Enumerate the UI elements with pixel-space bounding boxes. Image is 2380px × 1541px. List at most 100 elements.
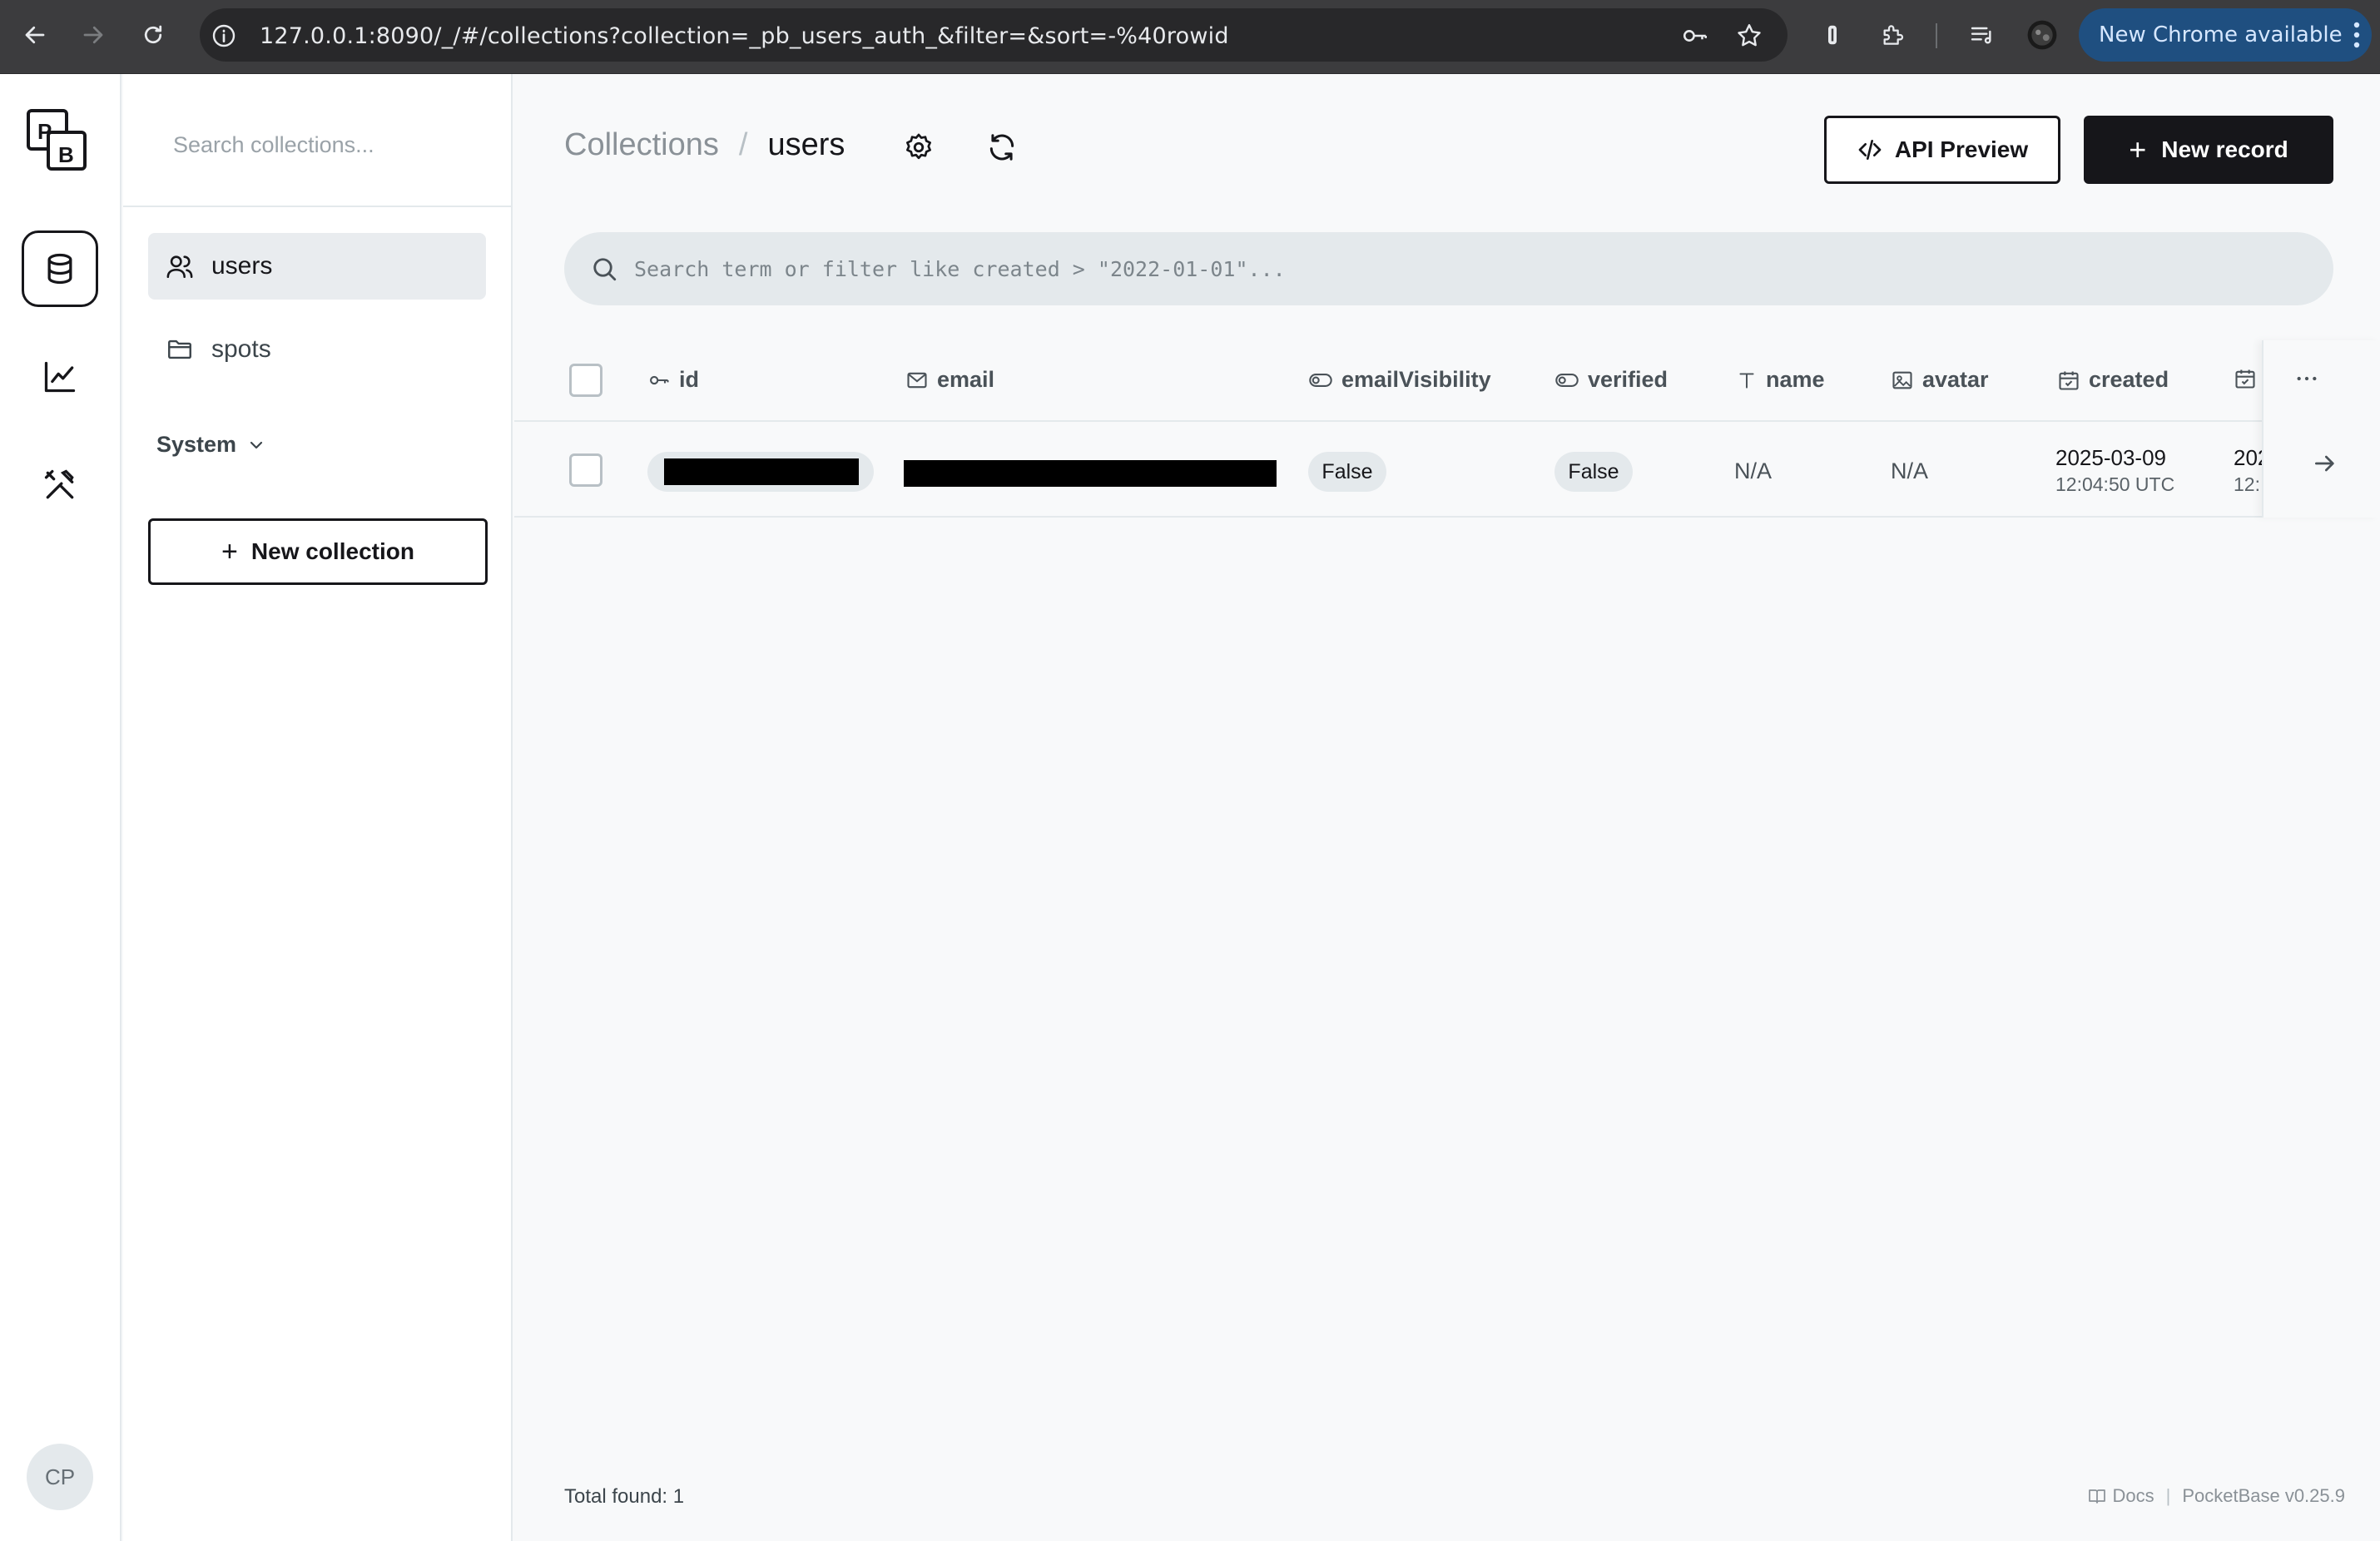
back-button[interactable] xyxy=(18,18,52,52)
updated-time: 12: xyxy=(2234,473,2260,495)
avatar-cell: N/A xyxy=(1891,458,1929,483)
main-content: Collections / users API Preview + New re… xyxy=(514,74,2380,1541)
svg-text:P: P xyxy=(37,119,52,144)
column-header-email[interactable]: email xyxy=(905,367,994,393)
collections-search[interactable]: Search collections... xyxy=(123,74,511,207)
refresh-icon xyxy=(989,134,1014,161)
row-checkbox[interactable] xyxy=(569,453,602,487)
system-collections-toggle[interactable]: System xyxy=(156,432,266,458)
select-all-checkbox[interactable] xyxy=(569,364,602,397)
sidebar-item-users[interactable]: users xyxy=(148,233,486,300)
plus-icon: + xyxy=(2129,132,2147,166)
gear-icon xyxy=(906,133,931,160)
extension-icon[interactable] xyxy=(1816,18,1849,52)
column-header-label: id xyxy=(679,367,699,392)
sidebar-item-label: users xyxy=(211,252,273,280)
column-header-id[interactable]: id xyxy=(647,367,699,393)
mail-icon xyxy=(905,369,929,392)
pocketbase-logo[interactable]: P B xyxy=(23,107,97,181)
column-header-name[interactable]: name xyxy=(1736,367,1825,393)
sidebar-item-spots[interactable]: spots xyxy=(148,316,486,383)
records-search-placeholder[interactable]: Search term or filter like created > "20… xyxy=(634,257,1286,281)
breadcrumb: Collections / users xyxy=(564,127,845,163)
collections-search-placeholder[interactable]: Search collections... xyxy=(173,132,374,158)
forward-button[interactable] xyxy=(77,18,110,52)
code-icon xyxy=(1858,140,1882,160)
database-icon xyxy=(47,253,72,285)
footer-separator: | xyxy=(2165,1485,2171,1506)
url-text[interactable]: 127.0.0.1:8090/_/#/collections?collectio… xyxy=(260,23,1229,49)
extensions-puzzle-icon[interactable] xyxy=(1876,18,1909,52)
chevron-down-icon xyxy=(250,441,263,448)
table-header: id email emailVisibility verified name a… xyxy=(514,339,2380,422)
docs-link[interactable]: Docs xyxy=(2112,1485,2154,1507)
svg-text:B: B xyxy=(58,142,74,167)
total-found: Total found: 1 xyxy=(564,1485,684,1509)
column-header-verified[interactable]: verified xyxy=(1554,367,1668,393)
password-key-icon[interactable] xyxy=(1681,22,1709,50)
column-header-label: avatar xyxy=(1922,367,1989,392)
table-row[interactable]: False False N/A N/A 2025-03-09 12:04:50 … xyxy=(514,424,2380,518)
redacted-email xyxy=(904,460,1277,487)
email-visibility-badge: False xyxy=(1308,452,1386,492)
records-search-input[interactable]: Search term or filter like created > "20… xyxy=(564,232,2333,305)
column-header-label: created xyxy=(2089,367,2169,392)
site-info-icon[interactable] xyxy=(210,22,238,50)
footer-links: Docs | PocketBase v0.25.9 xyxy=(2087,1485,2345,1507)
column-header-emailvisibility[interactable]: emailVisibility xyxy=(1308,367,1491,393)
column-header-avatar[interactable]: avatar xyxy=(1891,367,1989,393)
text-icon xyxy=(1736,369,1758,392)
created-date: 2025-03-09 xyxy=(2055,445,2166,470)
key-icon xyxy=(647,369,671,392)
collections-nav-button[interactable] xyxy=(22,230,98,307)
app-rail: P B CP xyxy=(0,74,121,1541)
calendar-icon xyxy=(2057,369,2080,392)
chrome-update-label: New Chrome available xyxy=(2099,22,2343,47)
redacted-id xyxy=(664,458,859,485)
version-label[interactable]: PocketBase v0.25.9 xyxy=(2182,1485,2345,1507)
chrome-update-button[interactable]: New Chrome available xyxy=(2079,8,2372,62)
new-collection-button[interactable]: + New collection xyxy=(148,518,488,585)
column-header-updated[interactable] xyxy=(2234,367,2265,390)
back-arrow-icon xyxy=(25,26,45,44)
breadcrumb-current: users xyxy=(767,127,845,162)
actions-column xyxy=(2262,340,2380,518)
new-collection-label: New collection xyxy=(250,538,414,564)
new-record-button[interactable]: + New record xyxy=(2084,116,2333,184)
open-record-button[interactable] xyxy=(2312,450,2338,477)
column-header-label: emailVisibility xyxy=(1341,367,1491,392)
image-icon xyxy=(1891,369,1914,392)
profile-avatar-icon[interactable] xyxy=(2025,18,2059,52)
more-vert-icon xyxy=(2353,22,2360,48)
api-preview-button[interactable]: API Preview xyxy=(1824,116,2060,184)
book-icon xyxy=(2089,1489,2106,1504)
column-header-label: email xyxy=(937,367,995,392)
tools-icon xyxy=(44,469,74,499)
bookmark-star-icon[interactable] xyxy=(1735,22,1763,50)
record-id-badge[interactable] xyxy=(647,452,874,492)
more-horizontal-icon xyxy=(2297,376,2317,381)
name-cell: N/A xyxy=(1734,458,1773,483)
total-found-label: Total found: xyxy=(564,1485,668,1508)
reading-list-icon[interactable] xyxy=(1966,18,1999,52)
column-header-created[interactable]: created xyxy=(2057,367,2169,393)
arrow-right-icon xyxy=(2315,455,2334,472)
system-label: System xyxy=(156,432,237,457)
user-avatar[interactable]: CP xyxy=(27,1444,93,1510)
line-chart-icon xyxy=(44,361,76,393)
address-bar[interactable]: 127.0.0.1:8090/_/#/collections?collectio… xyxy=(200,8,1787,62)
plus-icon: + xyxy=(221,535,238,567)
column-options-button[interactable] xyxy=(2293,365,2320,392)
breadcrumb-separator: / xyxy=(738,127,748,162)
logs-nav-button[interactable] xyxy=(22,339,98,415)
column-header-label: name xyxy=(1766,367,1825,392)
verified-badge: False xyxy=(1554,452,1633,492)
users-icon xyxy=(165,251,195,281)
breadcrumb-collections[interactable]: Collections xyxy=(564,127,719,163)
refresh-button[interactable] xyxy=(984,129,1020,166)
column-header-label: verified xyxy=(1588,367,1668,392)
reload-button[interactable] xyxy=(136,18,170,52)
settings-nav-button[interactable] xyxy=(22,447,98,523)
collections-sidebar: Search collections... users spots System… xyxy=(123,74,513,1541)
collection-settings-button[interactable] xyxy=(900,129,937,166)
